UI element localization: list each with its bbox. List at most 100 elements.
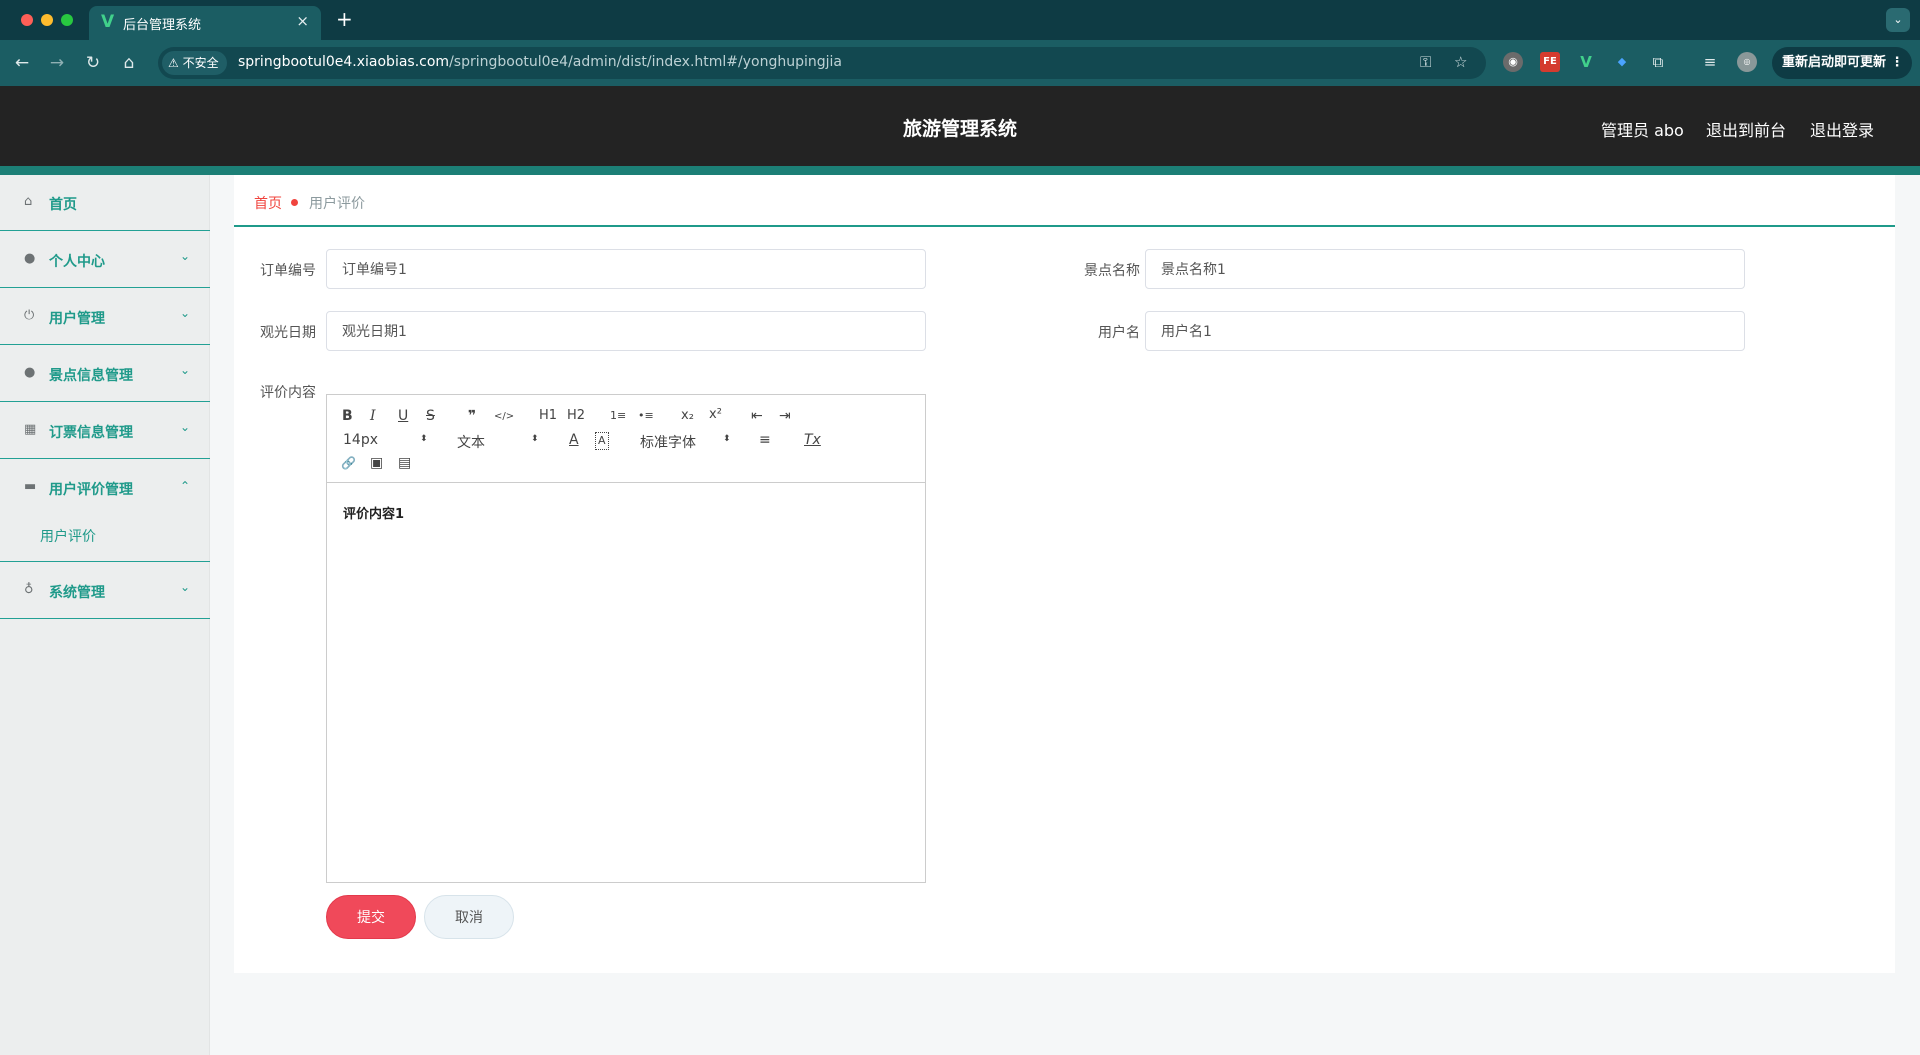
spot-name-label: 景点名称 [1084,263,1140,279]
visit-date-input[interactable] [326,311,926,351]
content-label: 评价内容 [260,385,316,401]
exit-to-front-link[interactable]: 退出到前台 [1706,117,1786,141]
visit-date-label: 观光日期 [260,325,316,341]
monitor-icon: ▬ [24,479,37,494]
code-block-button[interactable]: </> [494,409,514,425]
back-arrow-icon[interactable]: ← [9,50,35,76]
font-size-caret-icon: ⬍ [420,434,428,444]
sidebar-item-label: 用户评价管理 [49,482,133,498]
italic-button[interactable]: I [370,408,376,424]
sidebar-item-spot-management[interactable]: ● 景点信息管理 ⌄ [0,346,210,402]
url-host: springbootul0e4.xiaobias.com [238,54,450,70]
strike-button[interactable]: S [426,408,435,424]
breadcrumb-current: 用户评价 [309,196,365,212]
browser-toolbar: ← → ↻ ⌂ ⚠ 不安全 springbootul0e4.xiaobias.c… [0,40,1920,86]
home-button-icon[interactable]: ⌂ [116,50,142,76]
grid-icon: ▦ [24,422,37,437]
sidebar-item-label: 首页 [49,197,77,213]
logout-link[interactable]: 退出登录 [1810,117,1874,141]
font-family-caret-icon: ⬍ [723,434,731,444]
editor-toolbar: B I U S ❞ </> H1 H2 1≡ •≡ x₂ x² ⇤ ⇥ 14px… [327,395,925,483]
h1-button[interactable]: H1 [539,408,557,424]
blockquote-button[interactable]: ❞ [468,408,476,424]
cancel-button[interactable]: 取消 [424,895,514,939]
order-no-label: 订单编号 [260,263,316,279]
extension-diamond-icon[interactable]: ◆ [1612,52,1632,72]
bullet-list-button[interactable]: •≡ [638,408,654,424]
home-icon: ⌂ [24,194,33,209]
indent-button[interactable]: ⇥ [779,408,791,424]
spot-name-input[interactable] [1145,249,1745,289]
extensions-puzzle-icon[interactable]: ⧉ [1648,52,1668,72]
minimize-window-button[interactable] [41,14,53,26]
reading-list-icon[interactable]: ≡ [1700,52,1720,72]
chevron-down-icon: ⌄ [179,420,190,434]
order-no-input[interactable] [326,249,926,289]
reload-icon[interactable]: ↻ [80,50,106,76]
subscript-button[interactable]: x₂ [681,408,694,424]
editor-content[interactable]: 评价内容1 [343,503,404,522]
font-color-button[interactable]: A [569,432,579,448]
browser-tab[interactable]: V 后台管理系统 × [89,6,321,40]
new-tab-button[interactable]: + [336,7,353,31]
user-icon: ● [24,365,36,380]
username-input[interactable] [1145,311,1745,351]
sidebar-item-label: 景点信息管理 [49,368,133,384]
restart-update-button[interactable]: 重新启动即可更新 ⋮ [1772,47,1912,79]
superscript-button[interactable]: x² [709,407,722,423]
underline-button[interactable]: U [398,408,408,424]
align-button[interactable]: ≡ [759,432,771,448]
close-window-button[interactable] [21,14,33,26]
bold-button[interactable]: B [342,408,353,424]
sidebar-item-personal-center[interactable]: ● 个人中心 ⌄ [0,232,210,288]
sidebar-subitem-user-review[interactable]: 用户评价 [0,510,210,562]
sidebar-item-user-management[interactable]: ⏻ 用户管理 ⌄ [0,289,210,345]
chevron-down-icon: ⌄ [179,580,190,594]
header-format-caret-icon: ⬍ [531,434,539,444]
sidebar-item-ticket-management[interactable]: ▦ 订票信息管理 ⌄ [0,403,210,459]
ordered-list-button[interactable]: 1≡ [610,408,626,424]
extension-vue-icon[interactable]: V [1576,52,1596,72]
clear-format-button[interactable]: Tx [804,432,821,448]
breadcrumb-home[interactable]: 首页 [254,193,282,213]
breadcrumb-separator-dot [291,199,298,206]
admin-user-label: 管理员 abo [1601,121,1684,140]
maximize-window-button[interactable] [61,14,73,26]
key-icon[interactable]: ⚿ [1420,53,1431,71]
extension-fe-icon[interactable]: FE [1540,52,1560,72]
font-size-select[interactable]: 14px [343,432,378,448]
background-color-button[interactable]: A [595,432,609,450]
restart-update-label: 重新启动即可更新 [1782,55,1887,70]
video-button[interactable]: ▤ [398,455,411,471]
link-button[interactable]: 🔗 [341,455,356,471]
font-family-select[interactable]: 标准字体 [640,432,696,452]
bookmark-star-icon[interactable]: ☆ [1454,53,1467,71]
username-label: 用户名 [1098,325,1140,341]
forward-arrow-icon[interactable]: → [44,50,70,76]
breadcrumb: 首页 用户评价 [234,175,1895,227]
insecure-badge[interactable]: ⚠ 不安全 [162,51,227,75]
submit-button[interactable]: 提交 [326,895,416,939]
chevron-up-icon: ⌃ [179,479,190,493]
browser-tab-bar: V 后台管理系统 × + ⌄ [0,0,1920,40]
rich-text-editor: B I U S ❞ </> H1 H2 1≡ •≡ x₂ x² ⇤ ⇥ 14px… [326,394,926,883]
url-text: springbootul0e4.xiaobias.com/springbootu… [238,54,842,70]
extension-owl-icon[interactable]: ◉ [1503,52,1523,72]
outdent-button[interactable]: ⇤ [751,408,763,424]
image-button[interactable]: ▣ [370,455,383,471]
address-bar[interactable]: ⚠ 不安全 springbootul0e4.xiaobias.com/sprin… [158,47,1486,79]
sidebar-item-system-management[interactable]: ♁ 系统管理 ⌄ [0,563,210,619]
header-format-select[interactable]: 文本 [457,432,485,452]
power-icon: ⏻ [24,308,35,323]
h2-button[interactable]: H2 [567,408,585,424]
vue-logo-icon: V [101,12,115,32]
tab-search-chevron-icon[interactable]: ⌄ [1886,8,1910,32]
chevron-down-icon: ⌄ [179,306,190,320]
sidebar-item-label: 系统管理 [49,585,105,601]
header-stripe [0,166,1920,175]
sidebar-item-home[interactable]: ⌂ 首页 [0,175,210,231]
profile-avatar[interactable]: ◎ [1737,52,1757,72]
sidebar-item-label: 用户管理 [49,311,105,327]
sidebar-item-review-management[interactable]: ▬ 用户评价管理 ⌃ [0,460,210,516]
close-tab-icon[interactable]: × [296,12,309,30]
